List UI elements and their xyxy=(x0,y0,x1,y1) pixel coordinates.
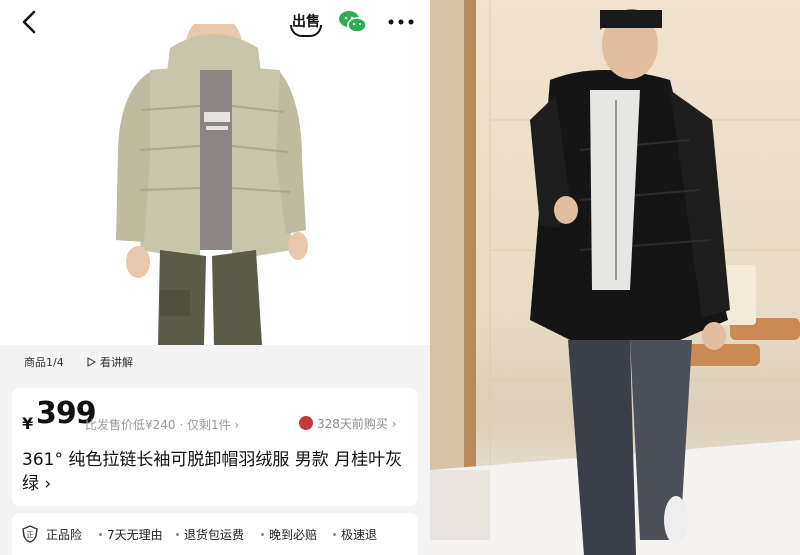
product-photo-green-jacket[interactable] xyxy=(0,0,430,345)
shield-icon: 正 xyxy=(22,525,38,543)
back-arrow-icon[interactable] xyxy=(18,8,42,36)
play-icon xyxy=(87,357,97,367)
product-panel: 出售 商品1/4 看讲解 ¥ 399 比发售价低¥240 · 仅剩1件 › 32… xyxy=(0,0,430,555)
lifestyle-photo xyxy=(430,0,800,555)
separator-dot xyxy=(99,533,102,536)
buyer-note: 328天前购买 › xyxy=(317,417,397,431)
svg-text:正: 正 xyxy=(27,531,34,539)
wechat-icon[interactable] xyxy=(338,8,368,36)
model-photo-black-jacket xyxy=(430,0,800,555)
sell-button[interactable]: 出售 xyxy=(290,8,322,37)
product-title[interactable]: 361° 纯色拉链长袖可脱卸帽羽绒服 男款 月桂叶灰绿 › xyxy=(22,448,412,496)
buyer-history[interactable]: 328天前购买 › xyxy=(299,415,397,432)
currency-symbol: ¥ xyxy=(22,414,34,433)
price-card: ¥ 399 比发售价低¥240 · 仅剩1件 › 328天前购买 › 361° … xyxy=(12,388,418,506)
separator-dot xyxy=(261,533,264,536)
gallery-bar: 商品1/4 看讲解 xyxy=(0,345,430,380)
sell-icon xyxy=(290,25,322,37)
service-item: 正品险 xyxy=(46,528,83,542)
buyer-avatar xyxy=(299,416,313,430)
explain-label: 看讲解 xyxy=(100,356,133,369)
service-item: 晚到必赔 xyxy=(269,528,318,542)
more-options-icon[interactable] xyxy=(386,10,416,34)
separator-dot xyxy=(176,533,179,536)
image-counter: 商品1/4 xyxy=(24,356,64,369)
service-item: 7天无理由 xyxy=(107,528,163,542)
top-navigation-bar: 出售 xyxy=(0,0,430,44)
service-item: 极速退 xyxy=(341,528,378,542)
price-note[interactable]: 比发售价低¥240 · 仅剩1件 › xyxy=(85,416,239,433)
separator-dot xyxy=(333,533,336,536)
explain-button[interactable]: 看讲解 xyxy=(86,354,133,370)
service-guarantees-bar[interactable]: 正 正品险 7天无理由 退货包运费 晚到必赔 极速退 xyxy=(12,513,418,555)
service-item: 退货包运费 xyxy=(184,528,245,542)
